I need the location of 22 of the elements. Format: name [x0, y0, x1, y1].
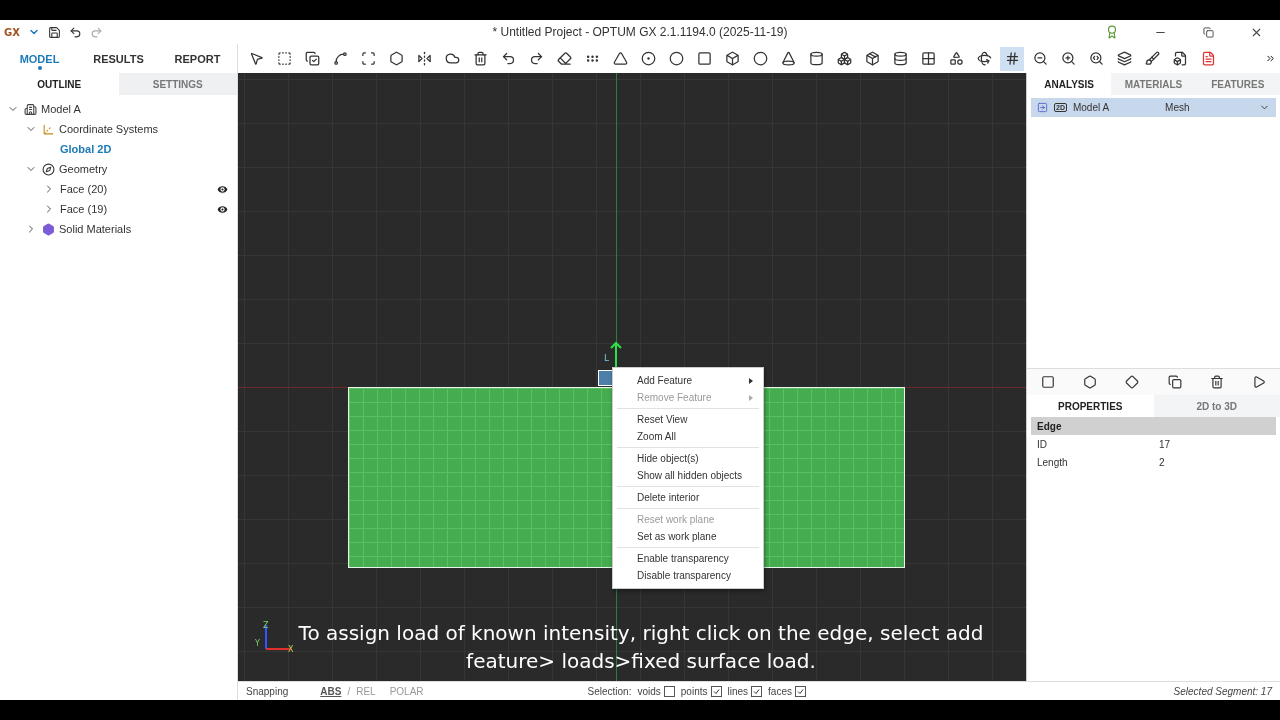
axis-label: Z: [263, 621, 269, 630]
status-label: Selection:: [587, 685, 632, 697]
property-value: 2: [1159, 456, 1165, 468]
axis-label: Y: [255, 639, 260, 648]
app-logo: GX: [4, 26, 20, 38]
caption-text: To assign load of known intensity, right click on the edge, select add feature> loads>fixed surface load.: [297, 620, 985, 675]
status-info: Selected Segment: 17: [1173, 685, 1272, 697]
section-header: Edge: [1031, 417, 1276, 435]
property-name: ID: [1037, 438, 1048, 450]
property-value: 17: [1159, 438, 1171, 450]
axis-label: X: [288, 645, 294, 654]
model-name: Model A: [1072, 102, 1110, 113]
property-name: Length: [1037, 456, 1069, 468]
mode-label: Mesh: [1165, 102, 1190, 113]
window-title: * Untitled Project - OPTUM GX 2.1.1194.0 (2025-11-19): [492, 25, 788, 39]
filter-label: lines: [727, 685, 749, 697]
separator-text: /: [347, 685, 351, 697]
filter-label: faces: [768, 685, 792, 697]
filter-label: points: [680, 685, 708, 697]
edge-label: L: [604, 353, 609, 363]
status-label: Snapping: [246, 685, 289, 697]
filter-label: voids: [637, 685, 661, 697]
